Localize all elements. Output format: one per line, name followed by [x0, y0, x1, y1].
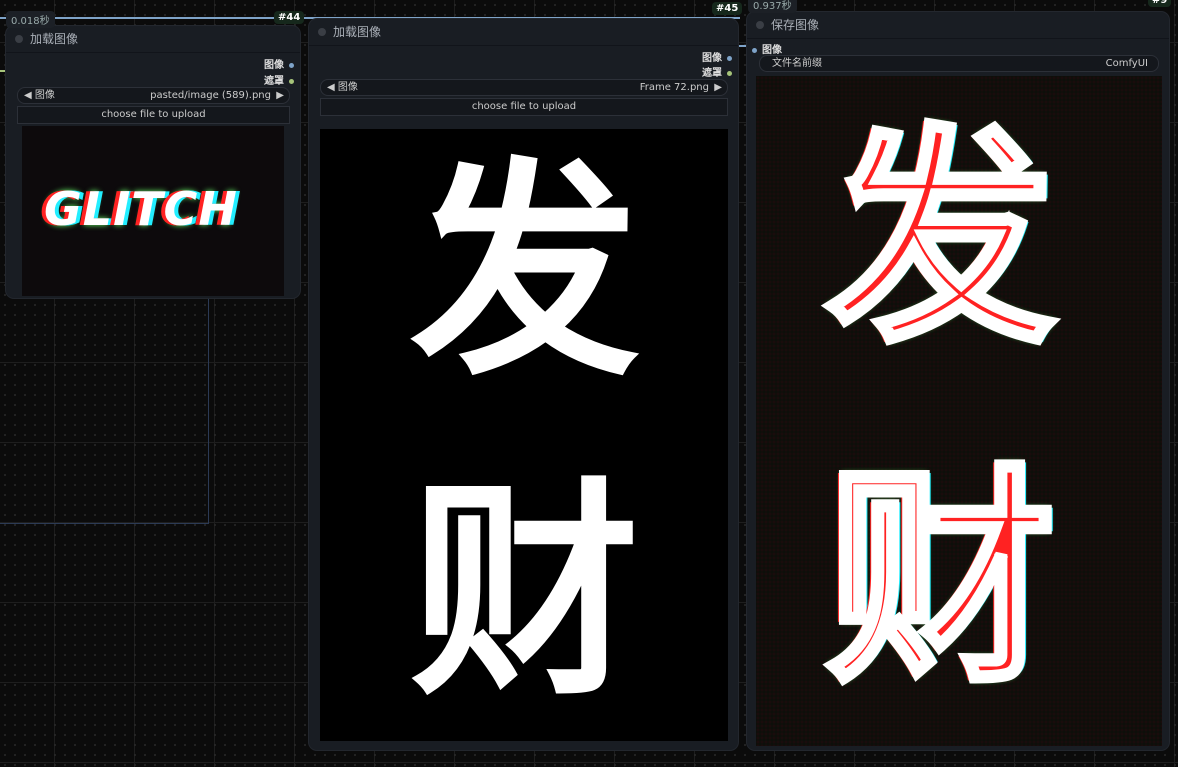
socket-icon	[727, 70, 732, 76]
node-id-badge: #45	[712, 2, 743, 15]
node-title-text: 加载图像	[333, 25, 382, 39]
node-id-badge: #44	[274, 11, 305, 24]
node-title-text: 保存图像	[771, 18, 820, 32]
node-title-text: 加载图像	[30, 32, 79, 46]
group-frame	[0, 296, 209, 524]
node-id-badge: #9	[1148, 0, 1172, 7]
image-combo[interactable]: ◀ 图像 Frame 72.png ▶	[320, 79, 728, 96]
node-title[interactable]: 加载图像	[309, 19, 738, 46]
collapse-dot-icon[interactable]	[318, 28, 326, 36]
socket-icon	[289, 78, 294, 84]
load-image-node-45[interactable]: 加载图像 图像 遮罩 ◀ 图像 Frame 72.png ▶ choose file…	[309, 19, 738, 750]
node-title[interactable]: 保存图像	[747, 12, 1169, 39]
execution-time: 0.018秒	[6, 11, 55, 28]
socket-icon	[752, 47, 757, 53]
socket-icon	[289, 62, 294, 68]
image-combo[interactable]: ◀ 图像 pasted/image (589).png ▶	[17, 87, 290, 104]
arrow-right-icon: ▶	[276, 90, 284, 101]
image-preview: 发 财	[756, 76, 1162, 746]
load-image-node-44[interactable]: 加载图像 图像 遮罩 ◀ 图像 pasted/image (589).png ▶ c…	[6, 26, 300, 298]
collapse-dot-icon[interactable]	[756, 21, 764, 29]
upload-button[interactable]: choose file to upload	[320, 98, 728, 116]
arrow-right-icon: ▶	[714, 82, 722, 93]
socket-icon	[727, 55, 732, 61]
save-image-node-9[interactable]: 保存图像 图像 文件名前缀 ComfyUI 发 财	[747, 12, 1169, 750]
output-image[interactable]: 图像	[702, 49, 732, 64]
node-title[interactable]: 加载图像	[6, 26, 300, 53]
output-image[interactable]: 图像	[264, 56, 294, 71]
execution-time: 0.937秒	[748, 0, 797, 13]
input-image[interactable]: 图像	[752, 41, 782, 56]
collapse-dot-icon[interactable]	[15, 35, 23, 43]
upload-button[interactable]: choose file to upload	[17, 106, 290, 124]
output-mask[interactable]: 遮罩	[702, 64, 732, 79]
output-mask[interactable]: 遮罩	[264, 72, 294, 87]
image-preview: 发 财	[320, 129, 728, 741]
image-preview: GLITCH	[22, 126, 284, 296]
filename-prefix-field[interactable]: 文件名前缀 ComfyUI	[759, 55, 1159, 72]
